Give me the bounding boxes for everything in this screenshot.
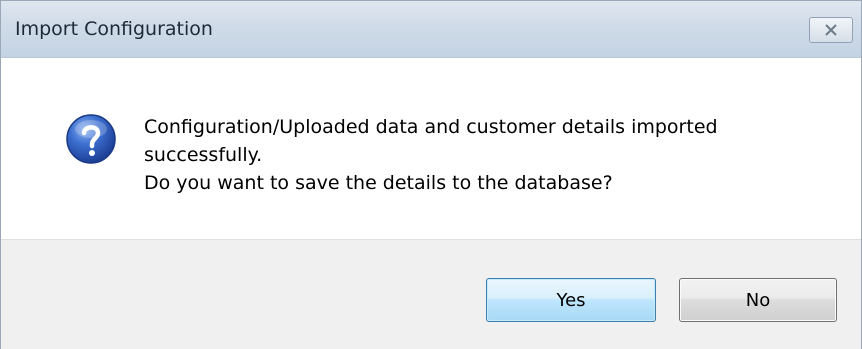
- message-line: Do you want to save the details to the d…: [144, 172, 613, 194]
- dialog-content: Configuration/Uploaded data and customer…: [1, 58, 861, 238]
- close-icon: [825, 24, 837, 36]
- question-icon: [66, 114, 116, 164]
- no-button[interactable]: No: [679, 278, 837, 322]
- button-bar: Yes No: [1, 239, 861, 349]
- close-button[interactable]: [809, 17, 853, 43]
- title-bar: Import Configuration: [1, 1, 861, 58]
- dialog-window: Import Configuration Configuration/Uploa…: [0, 0, 862, 349]
- yes-button[interactable]: Yes: [486, 278, 656, 322]
- message-line: successfully.: [144, 144, 263, 166]
- message-line: Configuration/Uploaded data and customer…: [144, 116, 718, 138]
- dialog-title: Import Configuration: [15, 18, 213, 40]
- dialog-message: Configuration/Uploaded data and customer…: [144, 113, 834, 197]
